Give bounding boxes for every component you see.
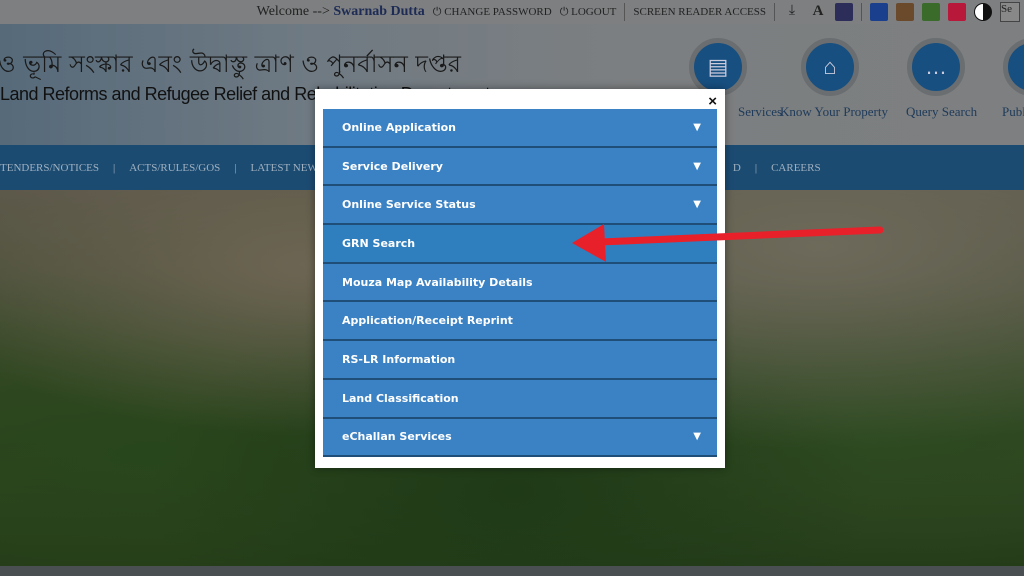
annotation-arrow bbox=[572, 224, 884, 262]
arrow-shaft bbox=[596, 226, 884, 246]
arrow-head bbox=[572, 224, 606, 262]
